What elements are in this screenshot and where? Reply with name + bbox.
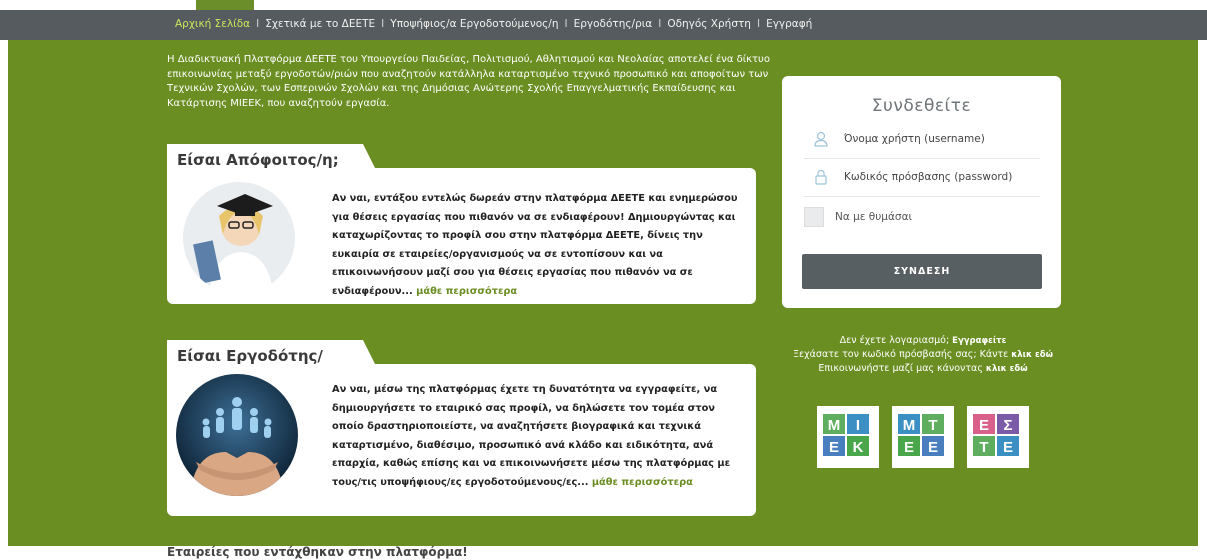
login-panel: Συνδεθείτε Όνομα χρήστη (username) Κωδικ…: [782, 76, 1061, 308]
svg-text:Ε: Ε: [829, 439, 839, 456]
user-icon: [814, 131, 828, 147]
hero-section: Η Διαδικτυακή Πλατφόρμα ΔΕΕΤΕ του Υπουργ…: [8, 40, 1198, 546]
username-placeholder: Όνομα χρήστη (username): [844, 133, 985, 145]
graduate-text: Αν ναι, εντάξου εντελώς δωρεάν στην πλατ…: [332, 190, 747, 301]
top-tab: [196, 0, 254, 10]
svg-text:Μ: Μ: [903, 417, 916, 434]
nav-separator: I: [256, 18, 260, 30]
nav-separator: I: [381, 18, 385, 30]
employer-more-link[interactable]: μάθε περισσότερα: [592, 477, 693, 488]
no-account-text: Δεν έχετε λογαριασμό;: [839, 335, 953, 346]
partner-logos: Μ Ι Ε Κ Μ Τ Ε Ε Ε Σ Τ Ε: [817, 406, 1029, 468]
graduate-more-link[interactable]: μάθε περισσότερα: [416, 286, 517, 297]
graduate-description: Αν ναι, εντάξου εντελώς δωρεάν στην πλατ…: [332, 193, 738, 297]
mieek-logo-mark: Μ Ι Ε Κ: [823, 414, 869, 456]
graduate-photo: [183, 182, 295, 294]
svg-text:Μ: Μ: [828, 417, 841, 434]
nav-employer[interactable]: Εργοδότης/ρια: [574, 18, 653, 30]
forgot-password-text: Ξεχάσατε τον κωδικό πρόσβασής σας; Κάντε: [793, 349, 1012, 360]
employer-text: Αν ναι, μέσω της πλατφόρμας έχετε τη δυν…: [332, 381, 747, 492]
lock-icon: [814, 169, 828, 185]
mtee-logo-mark: Μ Τ Ε Ε: [898, 414, 944, 456]
nav-separator: I: [564, 18, 568, 30]
contact-link[interactable]: κλικ εδώ: [986, 364, 1028, 374]
graduate-card: Αν ναι, εντάξου εντελώς δωρεάν στην πλατ…: [167, 168, 756, 304]
estee-logo-mark: Ε Σ Τ Ε: [973, 414, 1019, 456]
login-button[interactable]: ΣΥΝΔΕΣΗ: [802, 254, 1042, 289]
employer-description: Αν ναι, μέσω της πλατφόρμας έχετε τη δυν…: [332, 384, 731, 488]
password-field[interactable]: Κωδικός πρόσβασης (password): [804, 160, 1040, 197]
svg-text:Ε: Ε: [1003, 439, 1013, 456]
remember-checkbox[interactable]: [804, 207, 824, 227]
register-link[interactable]: Εγγραφείτε: [952, 336, 1006, 346]
nav-candidate[interactable]: Υποψήφιος/α Εργοδοτούμενος/η: [390, 18, 558, 30]
password-placeholder: Κωδικός πρόσβασης (password): [844, 171, 1013, 183]
svg-text:Ε: Ε: [979, 417, 989, 434]
logo-mtee[interactable]: Μ Τ Ε Ε: [892, 406, 954, 468]
nav-separator: I: [756, 18, 761, 30]
svg-text:Ι: Ι: [856, 417, 860, 434]
help-links: Δεν έχετε λογαριασμό; Εγγραφείτε Ξεχάσατ…: [778, 334, 1068, 376]
svg-text:Κ: Κ: [853, 439, 864, 456]
svg-text:Σ: Σ: [1003, 417, 1012, 434]
main-nav: Αρχική Σελίδα I Σχετικά με το ΔΕΕΤΕ I Υποψήφ…: [0, 10, 1207, 40]
svg-text:Τ: Τ: [979, 439, 988, 456]
intro-text: Η Διαδικτυακή Πλατφόρμα ΔΕΕΤΕ του Υπουργ…: [167, 54, 770, 109]
forgot-password-link[interactable]: κλικ εδώ: [1011, 350, 1053, 360]
nav-home[interactable]: Αρχική Σελίδα: [175, 18, 250, 30]
nav-register[interactable]: Εγγραφή: [766, 18, 812, 30]
svg-text:Ε: Ε: [904, 439, 914, 456]
nav-user-guide[interactable]: Οδηγός Χρήστη: [667, 18, 751, 30]
nav-about[interactable]: Σχετικά με το ΔΕΕΤΕ: [265, 18, 375, 30]
logo-estee[interactable]: Ε Σ Τ Ε: [967, 406, 1029, 468]
login-title: Συνδεθείτε: [871, 96, 972, 116]
companies-heading: Εταιρείες που εντάχθηκαν στην πλατφόρμα!: [167, 545, 468, 559]
svg-text:Ε: Ε: [928, 439, 938, 456]
svg-text:Τ: Τ: [928, 417, 937, 434]
logo-mieek[interactable]: Μ Ι Ε Κ: [817, 406, 879, 468]
top-strip: [0, 0, 1207, 10]
employer-photo: [176, 374, 298, 496]
employer-card: Αν ναι, μέσω της πλατφόρμας έχετε τη δυν…: [167, 364, 756, 516]
nav-separator: I: [658, 18, 662, 30]
username-field[interactable]: Όνομα χρήστη (username): [804, 122, 1040, 159]
remember-label: Να με θυμάσαι: [835, 211, 913, 223]
contact-text: Επικοινωνήστε μαζί μας κάνοντας: [818, 363, 986, 374]
